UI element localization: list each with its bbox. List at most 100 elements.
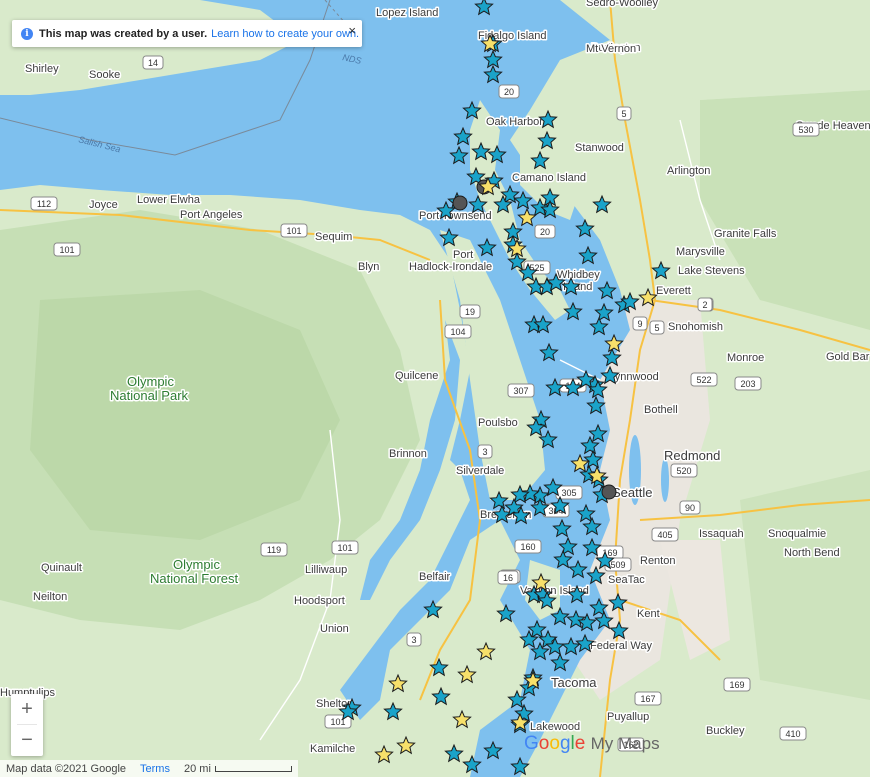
place-label: Whidbey	[557, 269, 600, 281]
place-label: Poulsbo	[478, 417, 518, 429]
place-label: Arlington	[667, 165, 710, 177]
route-shield: 5	[649, 320, 665, 335]
route-shield: 20	[498, 84, 520, 99]
place-label: Quinault	[41, 562, 82, 574]
place-label: Sequim	[315, 231, 352, 243]
svg-text:169: 169	[729, 680, 744, 690]
svg-text:509: 509	[610, 560, 625, 570]
place-label: Camano Island	[512, 172, 586, 184]
place-label: Snoqualmie	[768, 528, 826, 540]
svg-text:3: 3	[482, 447, 487, 457]
route-shield: 520	[670, 463, 698, 478]
close-icon[interactable]: ×	[348, 23, 356, 38]
route-shield: 119	[260, 542, 288, 557]
svg-text:9: 9	[637, 319, 642, 329]
svg-text:20: 20	[504, 87, 514, 97]
svg-text:101: 101	[286, 226, 301, 236]
svg-text:19: 19	[465, 307, 475, 317]
place-label: Hadlock-Irondale	[409, 261, 492, 273]
route-shield: 101	[280, 223, 308, 238]
svg-text:5: 5	[654, 323, 659, 333]
place-label: Granite Falls	[714, 228, 777, 240]
place-label: Shirley	[25, 63, 59, 75]
svg-text:14: 14	[148, 58, 158, 68]
place-label: SeaTac	[608, 574, 645, 586]
svg-text:90: 90	[685, 503, 695, 513]
svg-text:307: 307	[513, 386, 528, 396]
svg-text:5: 5	[621, 109, 626, 119]
place-label: Puyallup	[607, 711, 649, 723]
route-shield: 101	[331, 540, 359, 555]
route-shield: 160	[514, 539, 542, 554]
scale-indicator[interactable]: 20 mi	[184, 763, 292, 775]
place-label: Port Angeles	[180, 209, 243, 221]
place-label: Mt Vernon	[586, 43, 636, 55]
zoom-control: + −	[11, 694, 43, 756]
place-label: Monroe	[727, 352, 764, 364]
route-shield: 90	[679, 500, 701, 515]
place-label: Lopez Island	[376, 7, 438, 19]
svg-text:160: 160	[520, 542, 535, 552]
route-shield: 3	[477, 444, 493, 459]
svg-text:3: 3	[411, 635, 416, 645]
place-label: Belfair	[419, 571, 451, 583]
route-shield: 2	[697, 297, 713, 312]
route-shield: 405	[651, 527, 679, 542]
park-label: Olympic	[173, 557, 220, 572]
place-label: Sooke	[89, 69, 120, 81]
dark-marker[interactable]	[601, 484, 617, 500]
place-label: Lake Stevens	[678, 265, 745, 277]
svg-text:112: 112	[37, 199, 51, 209]
svg-text:530: 530	[798, 125, 813, 135]
place-label: Neilton	[33, 591, 67, 603]
route-shield: 307	[507, 383, 535, 398]
terms-link[interactable]: Terms	[140, 763, 170, 775]
place-label: Marysville	[676, 246, 725, 258]
route-shield: 20	[534, 224, 556, 239]
place-label: Oak Harbor	[486, 116, 543, 128]
route-shield: 9	[632, 316, 648, 331]
route-shield: 530	[792, 122, 820, 137]
place-label: Kamilche	[310, 743, 355, 755]
route-shield: 101	[53, 242, 81, 257]
google-my-maps-logo: Google My Maps	[524, 733, 660, 754]
place-label: Renton	[640, 555, 675, 567]
route-shield: 19	[459, 304, 481, 319]
zoom-in-button[interactable]: +	[11, 694, 43, 724]
svg-text:405: 405	[657, 530, 672, 540]
svg-text:2: 2	[702, 300, 707, 310]
info-banner: i This map was created by a user. Learn …	[12, 20, 362, 47]
svg-text:101: 101	[59, 245, 74, 255]
route-shield: 16	[497, 570, 519, 585]
route-shield: 112	[30, 196, 58, 211]
banner-message: This map was created by a user.	[39, 27, 208, 40]
place-label: Issaquah	[699, 528, 744, 540]
create-map-link[interactable]: Learn how to create your own.	[211, 28, 359, 40]
place-label: Snohomish	[668, 321, 723, 333]
route-shield: 410	[779, 726, 807, 741]
park-label: Olympic	[127, 374, 174, 389]
place-label: Tacoma	[551, 675, 597, 690]
svg-text:16: 16	[503, 573, 513, 583]
route-shield: 3	[406, 632, 422, 647]
place-label: Buckley	[706, 725, 745, 737]
place-label: Brinnon	[389, 448, 427, 460]
place-label: Hoodsport	[294, 595, 345, 607]
scale-bar	[214, 765, 292, 772]
svg-text:101: 101	[337, 543, 352, 553]
zoom-out-button[interactable]: −	[11, 725, 43, 755]
park-label: National Forest	[150, 571, 239, 586]
map-canvas[interactable]: Lopez Island Fidalgo Island Burlington S…	[0, 0, 870, 777]
place-label: Port	[453, 249, 473, 261]
place-label: Joyce	[89, 199, 118, 211]
map-footer: Map data ©2021 Google Terms 20 mi	[0, 760, 298, 777]
map-attribution: Map data ©2021 Google	[6, 762, 127, 775]
place-label: Lakewood	[530, 721, 580, 733]
dark-marker[interactable]	[452, 195, 468, 211]
svg-text:119: 119	[267, 545, 281, 555]
svg-text:522: 522	[696, 375, 711, 385]
route-shield: 203	[734, 376, 762, 391]
route-shield: 522	[690, 372, 718, 387]
route-shield: 104	[444, 324, 472, 339]
place-label: Redmond	[664, 448, 720, 463]
